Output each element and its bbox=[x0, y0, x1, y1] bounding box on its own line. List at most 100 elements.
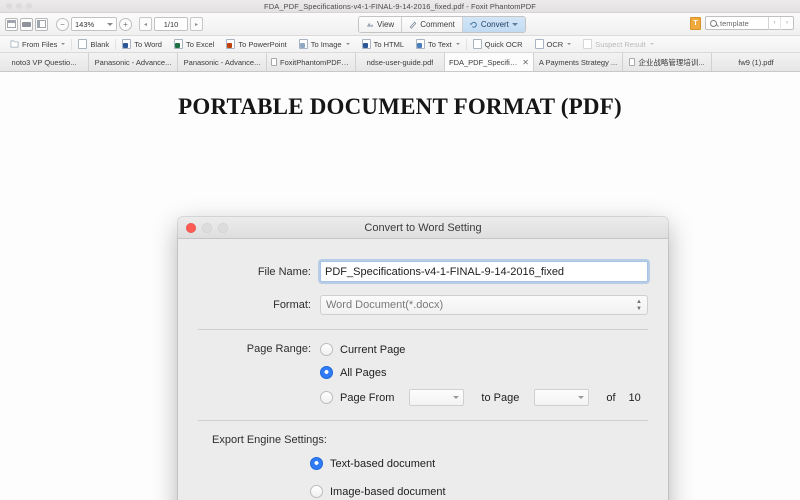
export-engine-radio-group: Text-based document Image-based document bbox=[198, 457, 648, 498]
to-html-icon bbox=[362, 39, 371, 49]
radio-current-page[interactable]: Current Page bbox=[320, 343, 641, 356]
ribbon-ocr[interactable]: OCR bbox=[529, 37, 578, 52]
zoom-in-button[interactable]: + bbox=[119, 18, 132, 31]
document-tab[interactable]: A Payments Strategy ... bbox=[534, 53, 623, 71]
ribbon-blank[interactable]: Blank bbox=[72, 37, 115, 52]
to-page-select[interactable] bbox=[534, 389, 589, 406]
document-heading: PORTABLE DOCUMENT FORMAT (PDF) bbox=[0, 94, 800, 120]
ribbon-ocr-label: OCR bbox=[547, 40, 564, 49]
ocr-icon bbox=[535, 39, 544, 49]
export-engine-label: Export Engine Settings: bbox=[198, 434, 648, 446]
page-number-field[interactable]: 1/10 bbox=[154, 17, 188, 31]
chevron-down-icon[interactable] bbox=[578, 396, 584, 399]
search-icon bbox=[710, 20, 717, 27]
document-tab-active[interactable]: FDA_PDF_Specificati... ✕ bbox=[445, 53, 534, 71]
chevron-down-icon[interactable] bbox=[107, 23, 113, 26]
ribbon-to-image-label: To Image bbox=[311, 40, 342, 49]
comment-icon bbox=[409, 21, 417, 29]
document-tab[interactable]: Panasonic - Advance... bbox=[178, 53, 267, 71]
search-nav: ‹ › bbox=[768, 17, 793, 30]
radio-icon-selected[interactable] bbox=[310, 457, 323, 470]
convert-icon bbox=[470, 21, 478, 29]
ribbon-overflow-icon[interactable] bbox=[512, 23, 518, 26]
chevron-down-icon[interactable] bbox=[346, 43, 350, 45]
document-tab[interactable]: ndse-user-guide.pdf bbox=[356, 53, 445, 71]
radio-page-from[interactable]: Page From to Page of bbox=[320, 389, 641, 406]
page-range-label: Page Range: bbox=[198, 343, 320, 355]
to-image-icon bbox=[299, 39, 308, 49]
document-viewport[interactable]: PORTABLE DOCUMENT FORMAT (PDF) Test Docu… bbox=[0, 72, 800, 500]
ribbon-to-word[interactable]: To Word bbox=[116, 37, 168, 52]
radio-icon[interactable] bbox=[310, 485, 323, 498]
ribbon-to-excel[interactable]: To Excel bbox=[168, 37, 220, 52]
tab-convert[interactable]: Convert bbox=[463, 17, 525, 32]
previous-page-button[interactable]: ◂ bbox=[139, 17, 152, 31]
document-tab[interactable]: Panasonic - Advance... bbox=[89, 53, 178, 71]
page-from-select[interactable] bbox=[409, 389, 464, 406]
ribbon-to-text-label: To Text bbox=[428, 40, 452, 49]
format-label: Format: bbox=[198, 299, 320, 311]
text-highlight-tool-button[interactable]: T bbox=[690, 17, 701, 30]
search-prev-button[interactable]: ‹ bbox=[769, 17, 781, 30]
radio-image-based[interactable]: Image-based document bbox=[310, 485, 648, 498]
radio-text-based-label: Text-based document bbox=[330, 458, 435, 470]
chevron-down-icon[interactable] bbox=[453, 396, 459, 399]
ribbon-quick-ocr[interactable]: Quick OCR bbox=[467, 37, 529, 52]
document-tab[interactable]: fw9 (1).pdf bbox=[712, 53, 800, 71]
chevron-down-icon[interactable] bbox=[567, 43, 571, 45]
search-group: template ‹ › bbox=[705, 16, 794, 30]
ribbon-suspect-result-label: Suspect Result bbox=[595, 40, 645, 49]
ribbon-to-excel-label: To Excel bbox=[186, 40, 214, 49]
page-layout-buttons bbox=[5, 18, 48, 31]
search-input[interactable]: template bbox=[706, 19, 768, 28]
ribbon-from-files[interactable]: From Files bbox=[4, 37, 71, 52]
chevron-down-icon[interactable] bbox=[456, 43, 460, 45]
chevron-down-icon[interactable] bbox=[61, 43, 65, 45]
format-select[interactable]: Word Document(*.docx) ▲▼ bbox=[320, 295, 648, 315]
page-range-section: Page Range: Current Page All Pages bbox=[198, 330, 648, 406]
close-icon[interactable]: ✕ bbox=[522, 58, 529, 67]
total-pages-value: 10 bbox=[629, 392, 641, 404]
to-excel-icon bbox=[174, 39, 183, 49]
document-tab-label: FDA_PDF_Specificati... bbox=[449, 58, 519, 67]
next-page-button[interactable]: ▸ bbox=[190, 17, 203, 31]
convert-ribbon: From Files Blank To Word To Excel To Pow… bbox=[0, 36, 800, 53]
ribbon-tab-group: View Comment Convert bbox=[358, 16, 526, 33]
document-tab-label: Panasonic - Advance... bbox=[184, 58, 261, 67]
document-tab-label: fw9 (1).pdf bbox=[738, 58, 773, 67]
tab-comment[interactable]: Comment bbox=[402, 17, 463, 32]
single-page-view-button[interactable] bbox=[5, 18, 18, 31]
page-range-radio-group: Current Page All Pages Page From bbox=[320, 343, 641, 406]
to-powerpoint-icon bbox=[226, 39, 235, 49]
file-name-input[interactable]: PDF_Specifications-v4-1-FINAL-9-14-2016_… bbox=[320, 261, 648, 282]
radio-icon-selected[interactable] bbox=[320, 366, 333, 379]
blank-icon bbox=[78, 39, 87, 49]
window-title: FDA_PDF_Specifications-v4-1-FINAL-9-14-2… bbox=[0, 0, 800, 13]
ribbon-to-powerpoint[interactable]: To PowerPoint bbox=[220, 37, 292, 52]
search-next-button[interactable]: › bbox=[781, 17, 793, 30]
radio-icon[interactable] bbox=[320, 391, 333, 404]
zoom-level-field[interactable]: 143% bbox=[71, 17, 117, 31]
ribbon-to-image[interactable]: To Image bbox=[293, 37, 356, 52]
ribbon-to-html[interactable]: To HTML bbox=[356, 37, 410, 52]
radio-text-based[interactable]: Text-based document bbox=[310, 457, 648, 470]
radio-image-based-label: Image-based document bbox=[330, 486, 446, 498]
ribbon-quick-ocr-label: Quick OCR bbox=[485, 40, 523, 49]
search-value: template bbox=[720, 19, 749, 28]
facing-view-button[interactable] bbox=[35, 18, 48, 31]
to-text-icon bbox=[416, 39, 425, 49]
radio-icon[interactable] bbox=[320, 343, 333, 356]
document-tab[interactable]: FoxitPhantomPDF9... bbox=[267, 53, 356, 71]
format-value: Word Document(*.docx) bbox=[326, 299, 443, 311]
tab-comment-label: Comment bbox=[420, 20, 455, 29]
stepper-icon[interactable]: ▲▼ bbox=[636, 299, 642, 312]
zoom-out-button[interactable]: − bbox=[56, 18, 69, 31]
radio-all-pages-label: All Pages bbox=[340, 367, 386, 379]
document-tab[interactable]: noto3 VP Questio... bbox=[0, 53, 89, 71]
ribbon-to-text[interactable]: To Text bbox=[410, 37, 466, 52]
radio-all-pages[interactable]: All Pages bbox=[320, 366, 641, 379]
document-tab-label: 企业战略管理培训... bbox=[638, 57, 704, 68]
tab-view[interactable]: View bbox=[359, 17, 402, 32]
continuous-view-button[interactable] bbox=[20, 18, 33, 31]
document-tab[interactable]: 企业战略管理培训... bbox=[623, 53, 712, 71]
